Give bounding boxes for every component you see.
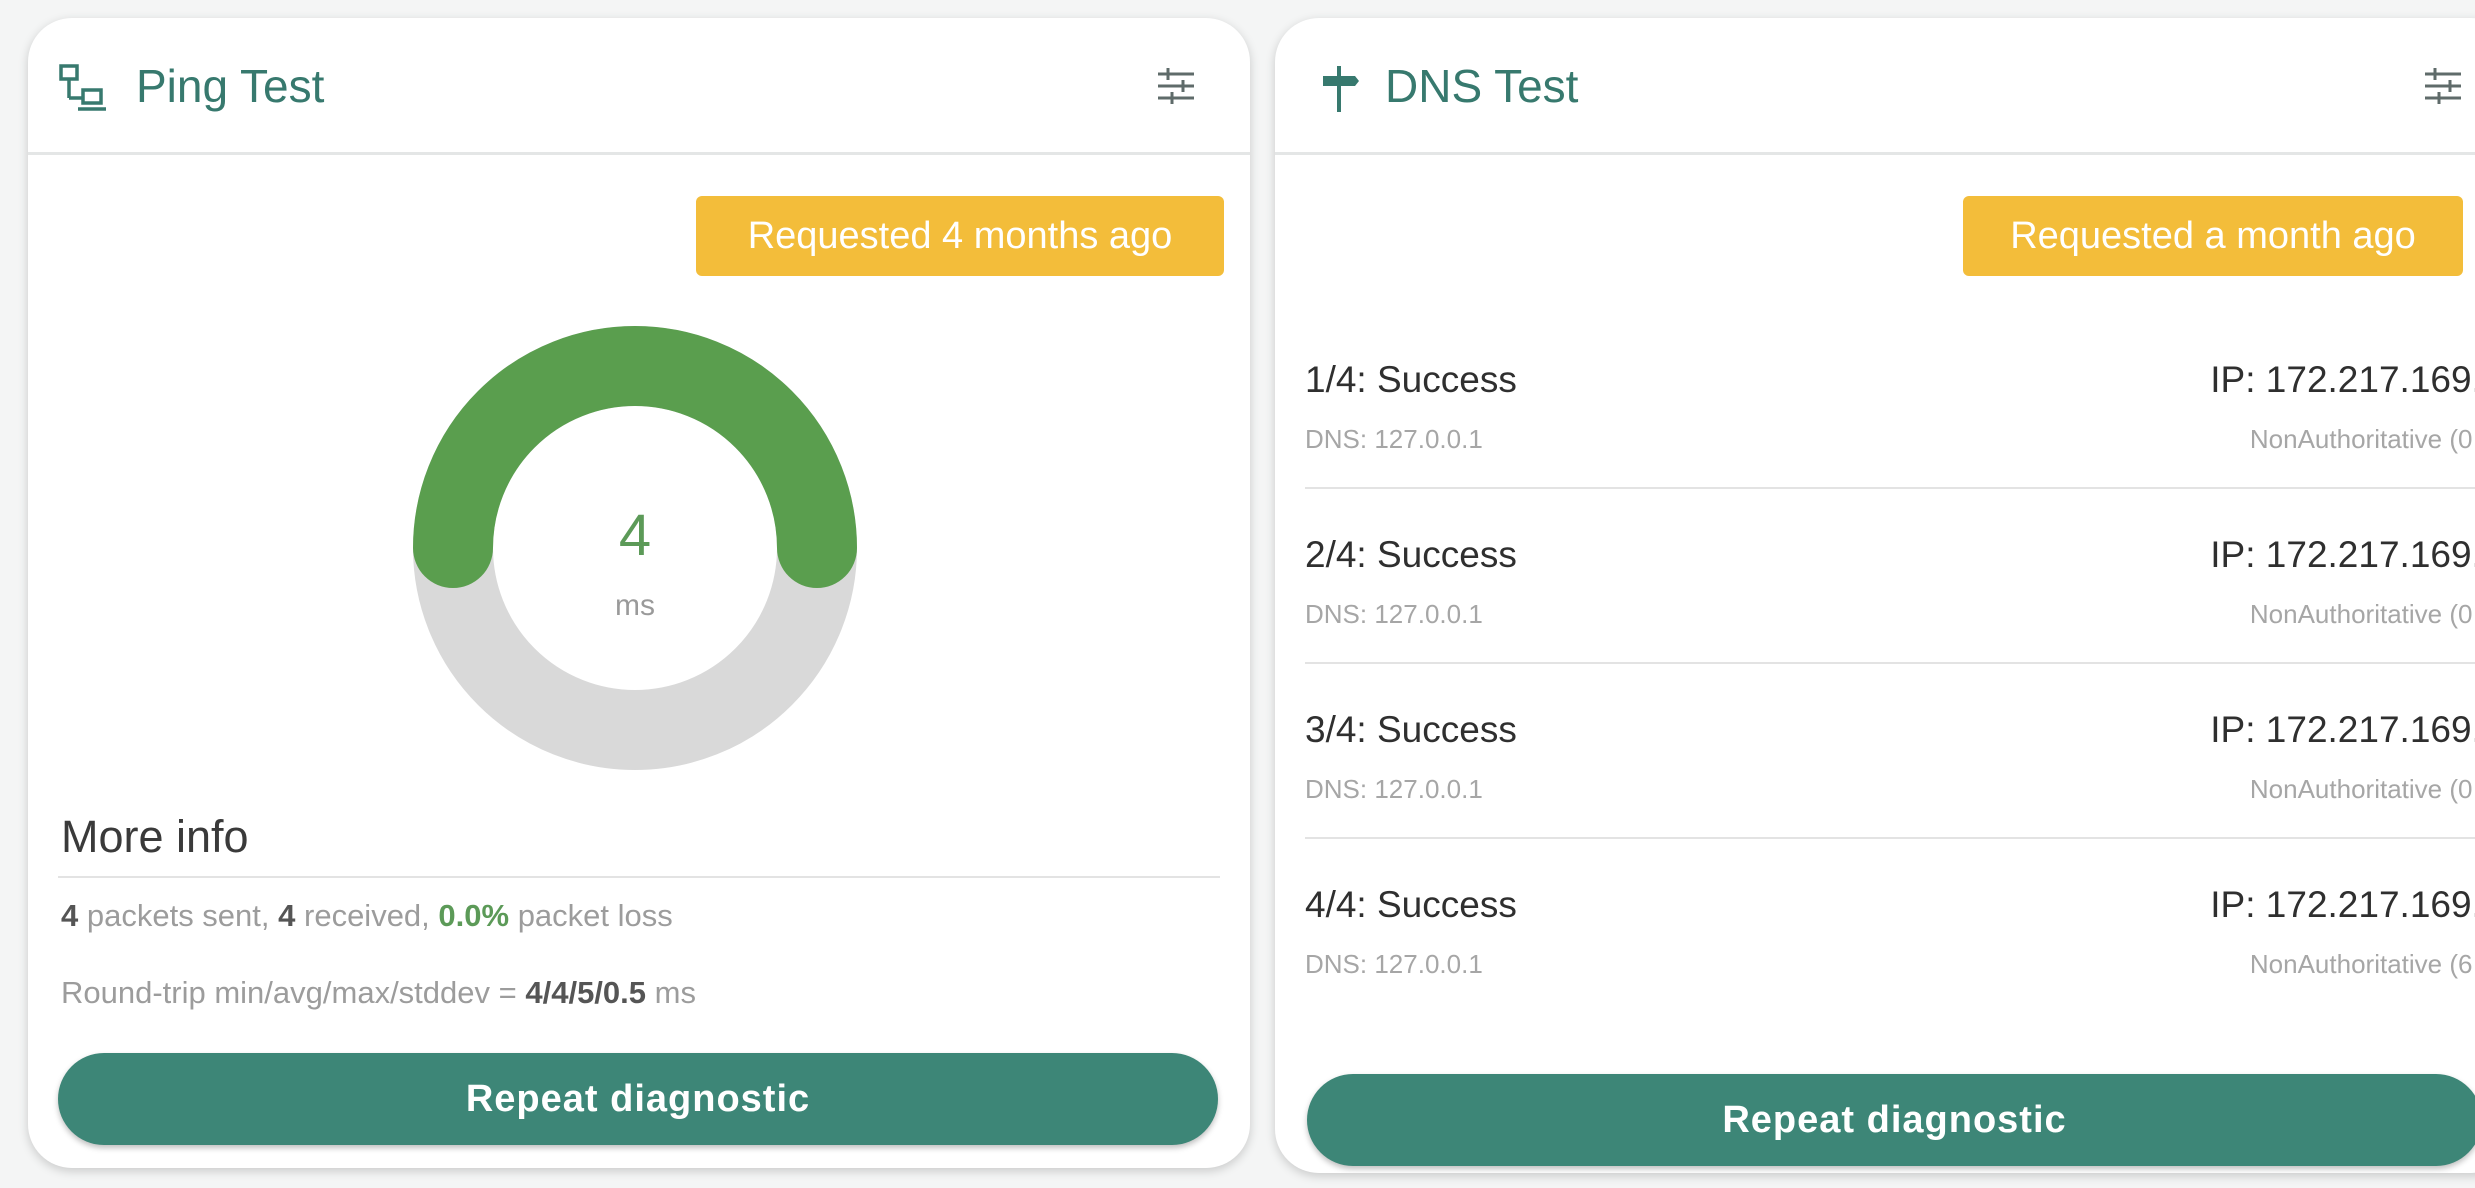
repeat-diagnostic-button[interactable]: Repeat diagnostic [58, 1053, 1218, 1145]
more-info-divider [58, 876, 1220, 878]
dns-auth: NonAuthoritative (0 ms) [2249, 424, 2475, 454]
dns-server: DNS: 127.0.0.1 [1305, 599, 1483, 629]
repeat-diagnostic-button[interactable]: Repeat diagnostic [1307, 1074, 2475, 1166]
dns-result-row: 4/4: Success DNS: 127.0.0.1 IP: 172.217.… [1305, 880, 2475, 1054]
dns-status: 2/4: Success [1305, 534, 1517, 575]
ping-card-header: Ping Test [28, 18, 1250, 155]
packet-loss-value: 0.0% [438, 898, 510, 933]
signpost-icon [1313, 60, 1369, 116]
packet-summary: 4 packets sent, 4 received, 0.0% packet … [61, 898, 673, 933]
gauge-unit: ms [615, 589, 655, 622]
dns-card-header: DNS Test [1275, 18, 2475, 155]
row-divider [1305, 837, 2475, 839]
packets-sent-count: 4 [61, 898, 79, 933]
dns-server: DNS: 127.0.0.1 [1305, 774, 1483, 804]
dns-result-row: 1/4: Success DNS: 127.0.0.1 IP: 172.217.… [1305, 355, 2475, 529]
dns-status: 4/4: Success [1305, 884, 1517, 925]
dns-ip: IP: 172.217.169.14 [2210, 884, 2475, 925]
dns-status: 3/4: Success [1305, 709, 1517, 750]
dns-status: 1/4: Success [1305, 359, 1517, 400]
dns-result-row: 2/4: Success DNS: 127.0.0.1 IP: 172.217.… [1305, 530, 2475, 704]
tune-icon[interactable] [1156, 66, 1196, 106]
ping-card-title: Ping Test [136, 60, 325, 112]
requested-badge: Requested a month ago [1963, 196, 2463, 276]
dns-ip: IP: 172.217.169.14 [2210, 359, 2475, 400]
dns-server: DNS: 127.0.0.1 [1305, 949, 1483, 979]
dns-ip: IP: 172.217.169.14 [2210, 534, 2475, 575]
dns-card-title: DNS Test [1385, 60, 1579, 112]
row-divider [1305, 662, 2475, 664]
gauge-value: 4 [618, 503, 652, 568]
dns-server: DNS: 127.0.0.1 [1305, 424, 1483, 454]
network-icon [56, 60, 112, 116]
ping-test-card: Ping Test Requested 4 months ago 4 ms Mo… [28, 18, 1250, 1168]
dns-result-row: 3/4: Success DNS: 127.0.0.1 IP: 172.217.… [1305, 705, 2475, 879]
dns-auth: NonAuthoritative (6 ms) [2249, 949, 2475, 979]
dns-auth: NonAuthoritative (0 ms) [2249, 774, 2475, 804]
dns-test-card: DNS Test Requested a month ago 1/4: Succ… [1275, 18, 2475, 1173]
dns-auth: NonAuthoritative (0 ms) [2249, 599, 2475, 629]
dns-ip: IP: 172.217.169.14 [2210, 709, 2475, 750]
more-info-title: More info [61, 811, 249, 862]
roundtrip-values: 4/4/5/0.5 [525, 975, 647, 1010]
requested-badge: Requested 4 months ago [696, 196, 1224, 276]
packets-received-count: 4 [278, 898, 296, 933]
roundtrip-stats: Round-trip min/avg/max/stddev = 4/4/5/0.… [61, 975, 696, 1010]
tune-icon[interactable] [2423, 66, 2463, 106]
row-divider [1305, 487, 2475, 489]
